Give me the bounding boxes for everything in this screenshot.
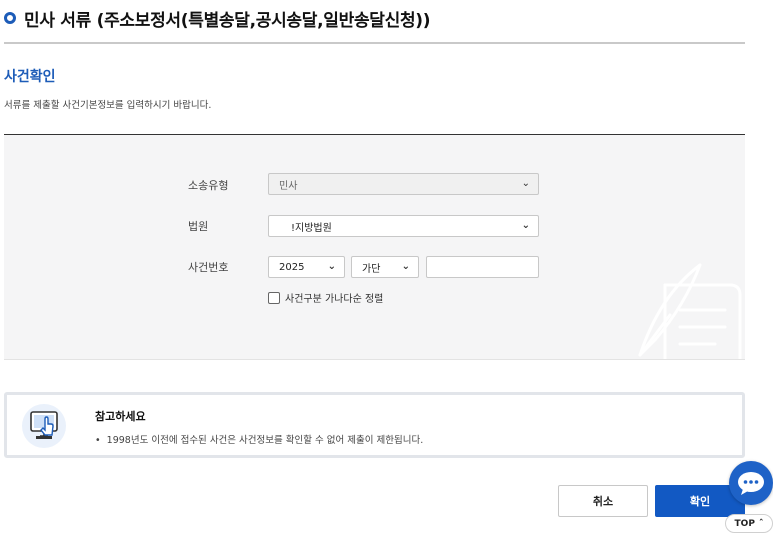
- case-category-value: 가단: [362, 263, 381, 275]
- lawsuit-type-label: 소송유형: [188, 179, 229, 192]
- notice-title: 참고하세요: [95, 410, 146, 423]
- case-number-input[interactable]: [426, 256, 539, 278]
- chat-button[interactable]: [729, 461, 773, 505]
- case-year-value: 2025: [279, 261, 305, 273]
- chevron-up-icon: ˆ: [758, 518, 764, 529]
- lawsuit-type-value: 민사: [279, 180, 298, 192]
- quill-paper-icon: [638, 263, 742, 359]
- lawsuit-type-select[interactable]: 민사 ⌄: [268, 173, 539, 195]
- chevron-down-icon: ⌄: [521, 178, 530, 189]
- sort-checkbox-row[interactable]: 사건구분 가나다순 정렬: [268, 290, 383, 305]
- notice-item-text: 1998년도 이전에 접수된 사건은 사건정보를 확인할 수 없어 제출이 제한…: [106, 435, 424, 446]
- notice-item: • 1998년도 이전에 접수된 사건은 사건정보를 확인할 수 없어 제출이 …: [95, 435, 424, 446]
- court-value: !지방법원: [291, 222, 332, 234]
- chevron-down-icon: ⌄: [327, 261, 336, 272]
- case-number-label: 사건번호: [188, 261, 229, 274]
- touch-screen-icon: [22, 404, 66, 448]
- chat-icon: [738, 472, 764, 495]
- notice-box: 참고하세요 • 1998년도 이전에 접수된 사건은 사건정보를 확인할 수 없…: [4, 392, 745, 458]
- section-description: 서류를 제출할 사건기본정보를 입력하시기 바랍니다.: [4, 100, 212, 111]
- case-category-select[interactable]: 가단 ⌄: [351, 256, 419, 278]
- title-divider: [4, 42, 745, 44]
- chevron-down-icon: ⌄: [521, 220, 530, 231]
- sort-checkbox[interactable]: [268, 291, 280, 304]
- court-select[interactable]: !지방법원 ⌄: [268, 215, 539, 237]
- cancel-button[interactable]: 취소: [558, 485, 648, 517]
- page-title: 민사 서류 (주소보정서(특별송달,공시송달,일반송달신청)): [24, 10, 431, 31]
- court-label: 법원: [188, 220, 209, 233]
- chevron-down-icon: ⌄: [401, 261, 410, 272]
- sort-checkbox-label: 사건구분 가나다순 정렬: [285, 294, 384, 305]
- case-form: 소송유형 민사 ⌄ 법원 !지방법원 ⌄ 사건번호 2025 ⌄ 가단 ⌄ 사건…: [4, 135, 745, 360]
- scroll-top-button[interactable]: TOP ˆ: [725, 514, 773, 533]
- page-title-row: 민사 서류 (주소보정서(특별송달,공시송달,일반송달신청)): [4, 4, 431, 32]
- section-title: 사건확인: [4, 69, 56, 85]
- case-year-select[interactable]: 2025 ⌄: [268, 256, 345, 278]
- top-label: TOP: [734, 518, 755, 529]
- title-bullet-icon: [4, 12, 16, 24]
